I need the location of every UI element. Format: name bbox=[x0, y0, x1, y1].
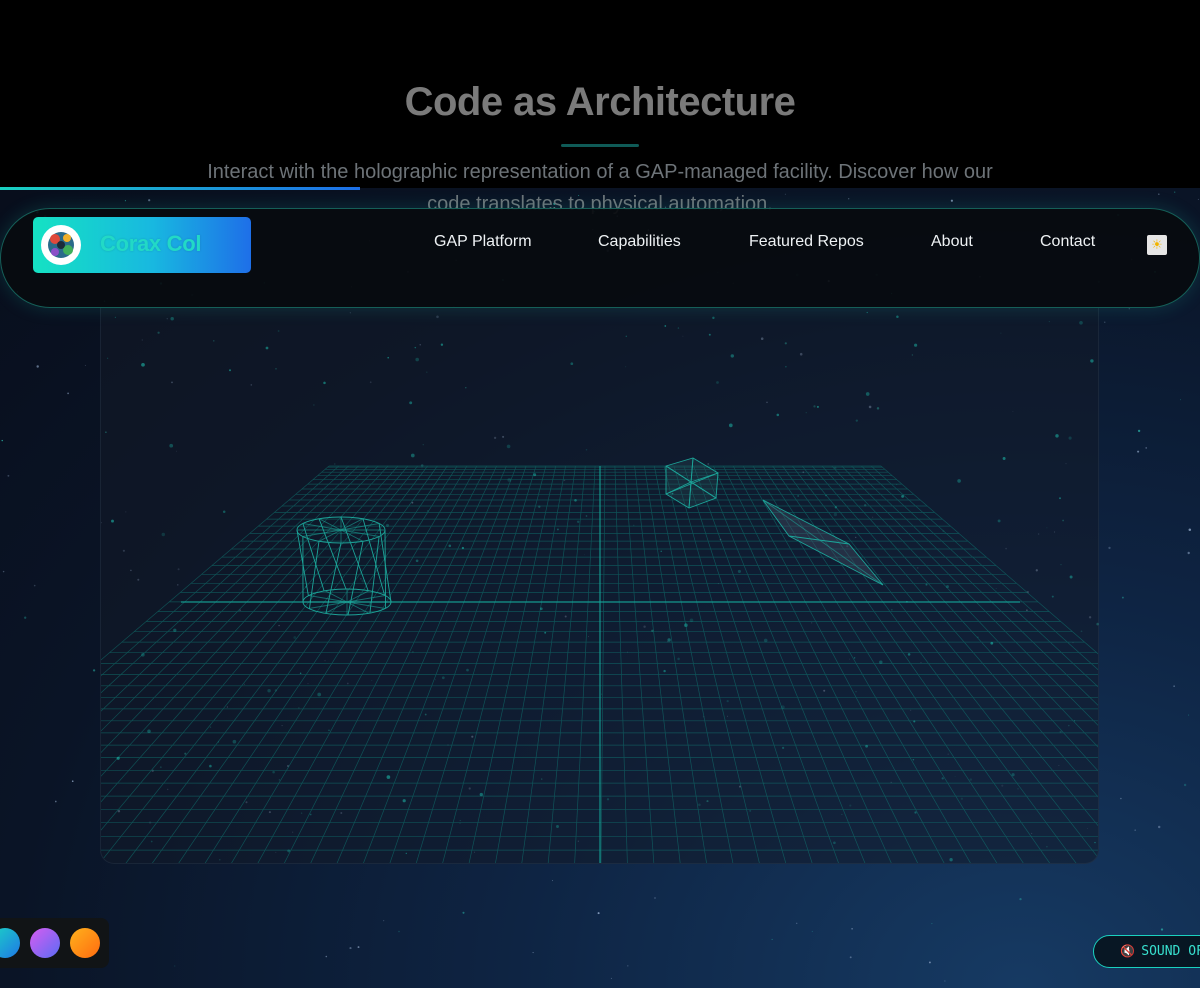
sun-icon[interactable]: ☀ bbox=[1147, 235, 1167, 255]
sound-label: SOUND OFF bbox=[1141, 944, 1200, 959]
title-underline bbox=[561, 144, 639, 147]
nav-link-gap-platform[interactable]: GAP Platform bbox=[434, 233, 532, 251]
sound-toggle-button[interactable]: 🔇 SOUND OFF bbox=[1093, 935, 1200, 968]
page-title: Code as Architecture bbox=[404, 80, 796, 124]
holographic-scene[interactable] bbox=[101, 308, 1099, 864]
theme-palette bbox=[0, 918, 109, 968]
nav-link-capabilities[interactable]: Capabilities bbox=[598, 233, 681, 251]
orange-swatch[interactable] bbox=[70, 928, 100, 958]
nav-link-about[interactable]: About bbox=[931, 233, 973, 251]
holographic-viewport[interactable] bbox=[100, 308, 1099, 864]
cyan-swatch[interactable] bbox=[0, 928, 20, 958]
nav-link-contact[interactable]: Contact bbox=[1040, 233, 1095, 251]
scroll-progress-bar bbox=[0, 187, 360, 190]
main-navigation: Corax Col GAP Platform Capabilities Feat… bbox=[0, 208, 1200, 308]
muted-speaker-icon: 🔇 bbox=[1120, 944, 1136, 958]
nav-link-featured-repos[interactable]: Featured Repos bbox=[749, 233, 864, 251]
nav-links: GAP Platform Capabilities Featured Repos… bbox=[1, 233, 1200, 257]
hero-section: Code as Architecture Interact with the h… bbox=[0, 0, 1200, 215]
violet-swatch[interactable] bbox=[30, 928, 60, 958]
